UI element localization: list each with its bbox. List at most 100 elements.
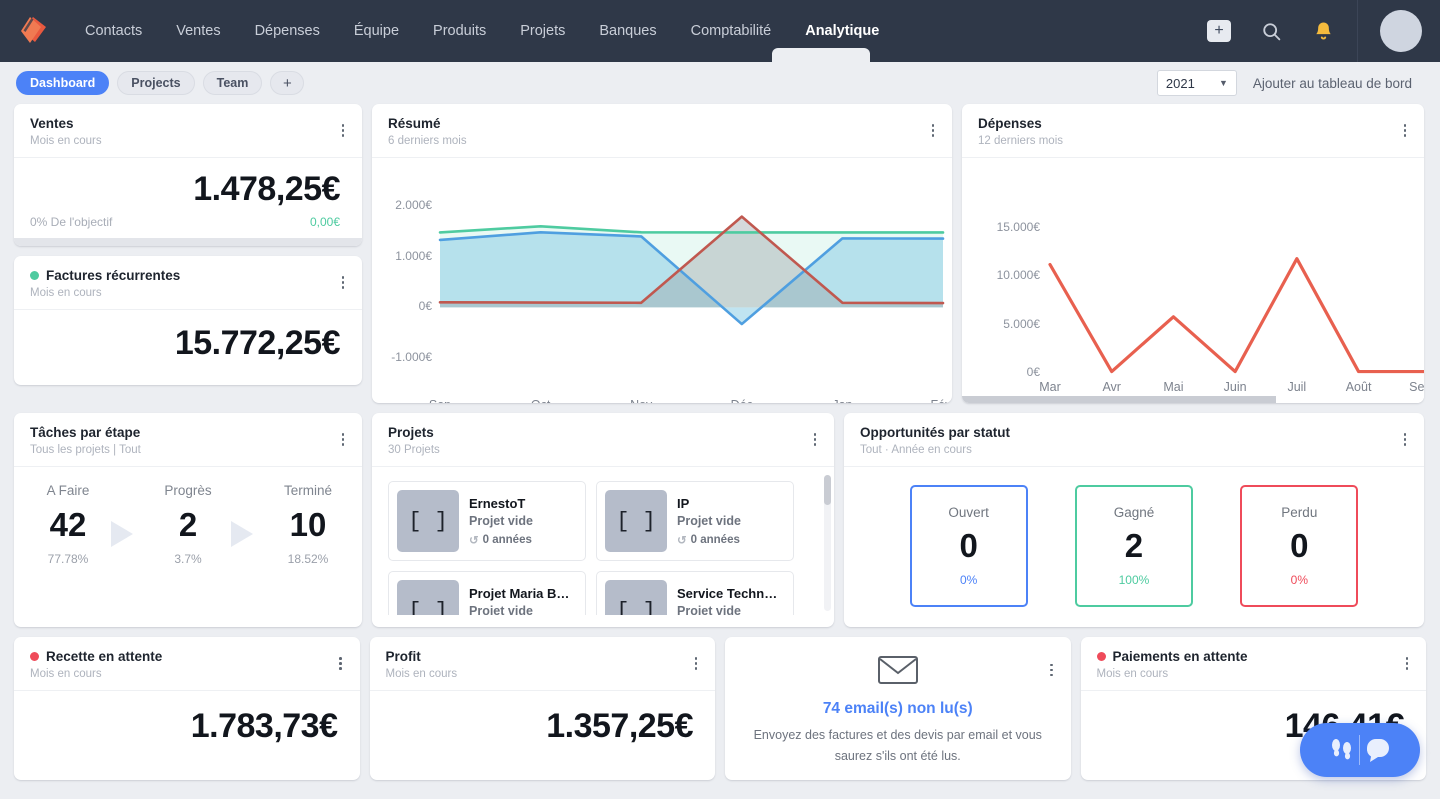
ventes-footer: 0% De l'objectif 0,00€ xyxy=(14,209,362,238)
year-value: 2021 xyxy=(1165,75,1195,91)
opportunity-box-gagne[interactable]: Gagné 2 100% xyxy=(1074,485,1193,607)
nav-item-depenses[interactable]: Dépenses xyxy=(238,0,337,62)
search-button[interactable] xyxy=(1245,0,1297,62)
tab-projects[interactable]: Projects xyxy=(117,71,195,95)
unread-email-count[interactable]: 74 email(s) non lu(s) xyxy=(747,700,1049,718)
clock-icon: ↺ xyxy=(677,534,687,547)
task-stage-todo[interactable]: A Faire 42 77.78% xyxy=(25,483,111,566)
stage-percent: 18.52% xyxy=(287,552,329,566)
tab-team[interactable]: Team xyxy=(202,71,263,95)
card-opportunites-par-statut[interactable]: Opportunités par statut Tout · Année en … xyxy=(844,413,1424,627)
title-text: Dépenses xyxy=(978,116,1042,131)
card-title: Tâches par étape xyxy=(30,425,348,440)
stage-count: 2 xyxy=(178,506,198,543)
dashboard-subbar: Dashboard Projects Team + 2021 ▼ Ajouter… xyxy=(0,62,1440,104)
tab-dashboard[interactable]: Dashboard xyxy=(16,71,110,95)
card-unread-emails[interactable]: 74 email(s) non lu(s) Envoyez des factur… xyxy=(725,637,1071,780)
list-item[interactable]: [ ] ErnestoT Projet vide ↺ 0 années xyxy=(388,481,586,561)
card-header: Projets 30 Projets xyxy=(372,413,834,466)
resume-y-tick: 0€ xyxy=(418,299,432,314)
card-header: Opportunités par statut Tout · Année en … xyxy=(844,413,1424,466)
card-menu-button[interactable] xyxy=(334,429,352,451)
depenses-chart[interactable]: 15.000€ 10.000€ 5.000€ 0€ Mar Avr Mai Juin Juil A… xyxy=(962,158,1424,403)
card-title: Factures récurrentes xyxy=(30,268,348,283)
card-menu-button[interactable] xyxy=(1043,659,1061,681)
nav-item-contacts[interactable]: Contacts xyxy=(68,0,159,62)
diamond-logo-icon xyxy=(21,17,46,43)
board-row-1: Ventes Mois en cours 1.478,25€ 0% De l'o… xyxy=(14,104,1426,403)
opportunity-box-ouvert[interactable]: Ouvert 0 0% xyxy=(909,485,1028,607)
add-button[interactable]: + xyxy=(1193,0,1245,62)
nav-label: Banques xyxy=(599,23,657,39)
task-stage-done[interactable]: Terminé 10 18.52% xyxy=(265,483,351,566)
resume-x-tick: Déc xyxy=(720,398,764,403)
opportunity-box-perdu[interactable]: Perdu 0 0% xyxy=(1240,485,1359,607)
opportunity-label: Perdu xyxy=(1281,505,1318,520)
card-subtitle: Mois en cours xyxy=(385,668,458,680)
avatar[interactable] xyxy=(1380,10,1422,52)
nav-item-produits[interactable]: Produits xyxy=(416,0,503,62)
chevron-right-icon xyxy=(111,521,145,547)
card-header: Factures récurrentes Mois en cours xyxy=(14,256,362,309)
year-select[interactable]: 2021 ▼ xyxy=(1156,70,1237,96)
nav-label: Produits xyxy=(433,23,487,39)
card-title: Profit xyxy=(386,649,702,664)
card-menu-button[interactable] xyxy=(334,120,352,142)
add-to-dashboard-link[interactable]: Ajouter au tableau de bord xyxy=(1253,76,1412,91)
card-menu-button[interactable] xyxy=(806,429,824,451)
card-projets[interactable]: Projets 30 Projets [ ] ErnestoT Projet v… xyxy=(372,413,834,627)
ventes-progress-bar xyxy=(14,238,362,246)
project-name: ErnestoT xyxy=(469,495,526,511)
card-body: 1.357,25€ xyxy=(370,691,716,768)
resume-chart[interactable]: 2.000€ 1.000€ 0€ -1.000€ Sep Oct Nov Déc Jan Févr xyxy=(372,158,952,403)
card-profit[interactable]: Profit Mois en cours 1.357,25€ xyxy=(369,637,716,780)
stage-count: 42 xyxy=(49,506,87,543)
list-item[interactable]: [ ] IP Projet vide ↺ 0 années xyxy=(596,481,794,561)
nav-label: Équipe xyxy=(353,23,400,39)
projects-grid: [ ] ErnestoT Projet vide ↺ 0 années [ ] xyxy=(388,481,816,615)
card-factures-recurrentes[interactable]: Factures récurrentes Mois en cours 15.77… xyxy=(14,256,362,385)
projects-scroll-area[interactable]: [ ] ErnestoT Projet vide ↺ 0 années [ ] xyxy=(372,467,834,615)
card-menu-button[interactable] xyxy=(924,120,942,142)
nav-item-equipe[interactable]: Équipe xyxy=(337,0,416,62)
card-menu-button[interactable] xyxy=(334,272,352,294)
card-header: Ventes Mois en cours xyxy=(14,104,362,157)
list-item[interactable]: [ ] Service Techn… Projet vide ↺ 0 année… xyxy=(596,571,794,615)
card-resume[interactable]: Résumé 6 derniers mois 2.000€ 1.000€ 0€ -1.… xyxy=(372,104,952,403)
add-tab-button[interactable]: + xyxy=(270,71,305,95)
card-title: Opportunités par statut xyxy=(860,425,1410,440)
card-menu-button[interactable] xyxy=(1398,653,1416,675)
card-menu-button[interactable] xyxy=(1396,120,1414,142)
card-menu-button[interactable] xyxy=(687,653,705,675)
card-depenses[interactable]: Dépenses 12 derniers mois 15.000€ 10.000€… xyxy=(962,104,1424,403)
nav-item-projets[interactable]: Projets xyxy=(503,0,582,62)
vertical-scrollbar[interactable] xyxy=(824,475,831,611)
card-recette-en-attente[interactable]: Recette en attente Mois en cours 1.783,7… xyxy=(14,637,360,780)
card-body: 74 email(s) non lu(s) Envoyez des factur… xyxy=(725,637,1071,780)
opportunity-label: Gagné xyxy=(1113,505,1155,520)
opportunity-count: 0 xyxy=(959,527,978,564)
nav-item-banques[interactable]: Banques xyxy=(582,0,673,62)
card-taches-par-etape[interactable]: Tâches par étape Tous les projets | Tout… xyxy=(14,413,362,627)
opportunity-count: 0 xyxy=(1290,527,1309,564)
project-desc: Projet vide xyxy=(469,603,533,616)
project-thumbnail-icon: [ ] xyxy=(397,490,459,552)
chat-widget-button[interactable] xyxy=(1300,723,1420,777)
opportunity-percent: 0% xyxy=(959,573,978,587)
clock-icon: ↺ xyxy=(469,534,479,547)
plus-glyph: + xyxy=(1214,22,1224,39)
stage-percent: 3.7% xyxy=(174,552,202,566)
nav-divider xyxy=(1357,0,1358,62)
task-stage-progress[interactable]: Progrès 2 3.7% xyxy=(145,483,231,566)
card-subtitle: Mois en cours xyxy=(1096,668,1169,680)
tab-label: Dashboard xyxy=(30,76,96,90)
horizontal-scrollbar[interactable] xyxy=(962,396,1424,403)
card-menu-button[interactable] xyxy=(332,653,350,675)
nav-item-ventes[interactable]: Ventes xyxy=(159,0,237,62)
app-logo[interactable] xyxy=(0,16,68,46)
notifications-button[interactable] xyxy=(1297,0,1349,62)
card-ventes[interactable]: Ventes Mois en cours 1.478,25€ 0% De l'o… xyxy=(14,104,362,246)
card-title: Recette en attente xyxy=(30,649,346,664)
list-item[interactable]: [ ] Projet Maria B… Projet vide ↺ 0 anné… xyxy=(388,571,586,615)
card-menu-button[interactable] xyxy=(1396,429,1414,451)
